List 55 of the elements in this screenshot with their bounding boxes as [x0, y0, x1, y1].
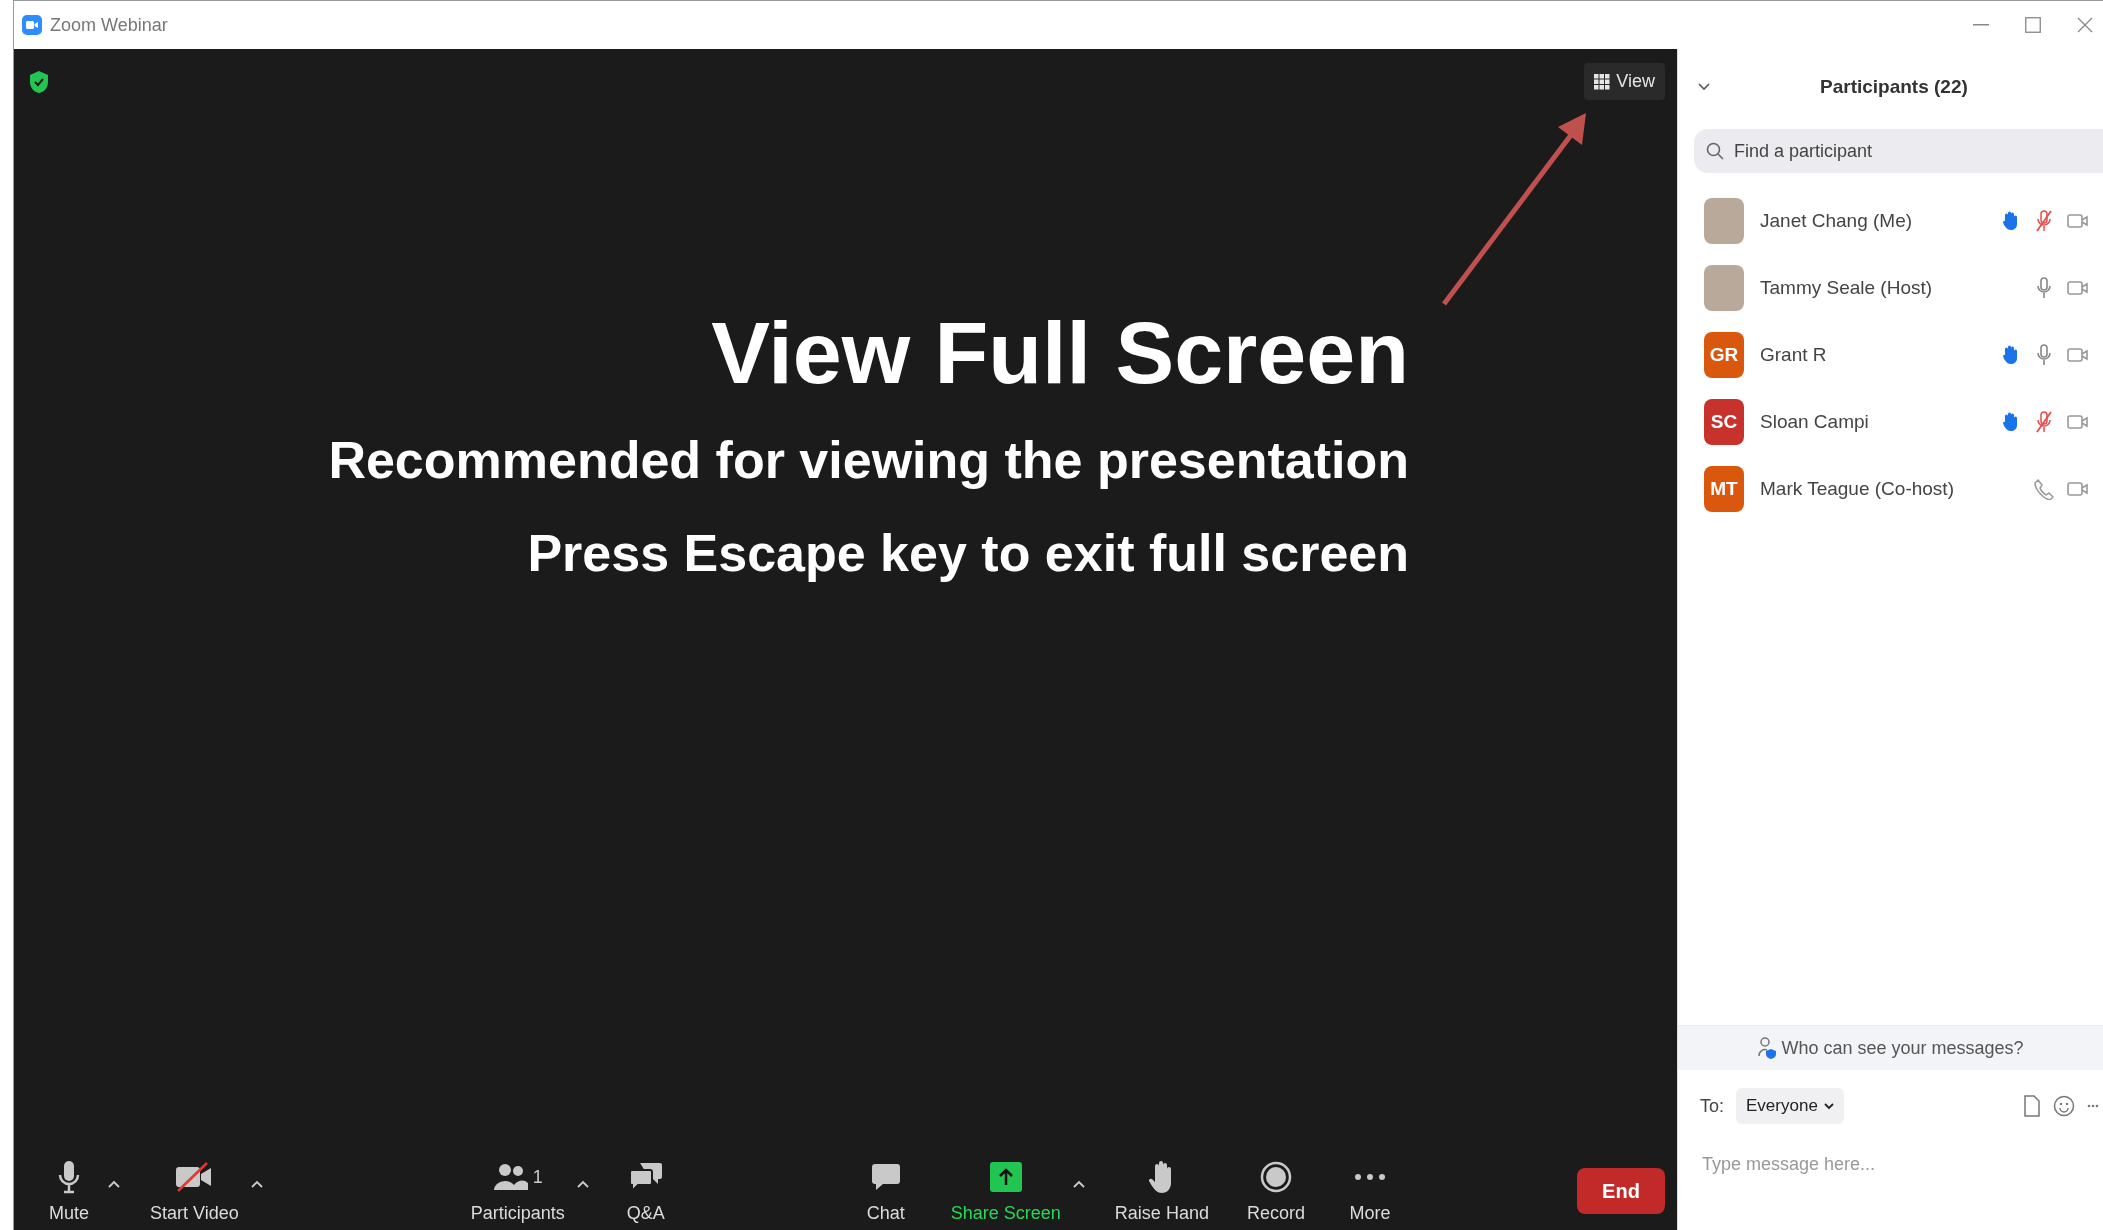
- grid-icon: [1594, 73, 1611, 90]
- more-dots-icon[interactable]: [2087, 1104, 2099, 1108]
- initials-avatar: MT: [1704, 465, 1744, 512]
- file-icon[interactable]: [2023, 1095, 2041, 1117]
- camera-icon: [2067, 413, 2089, 430]
- participant-name: Mark Teague (Co-host): [1760, 477, 1954, 500]
- overlay-title: View Full Screen: [711, 305, 1409, 402]
- camera-icon: [2067, 480, 2089, 497]
- chat-bubble-icon: [870, 1162, 901, 1192]
- record-icon: [1259, 1161, 1292, 1193]
- initials-avatar: SC: [1704, 398, 1744, 445]
- initials-avatar: GR: [1704, 331, 1744, 378]
- caret-icon[interactable]: [576, 1180, 589, 1188]
- recipient-dropdown[interactable]: Everyone: [1736, 1088, 1844, 1124]
- participant-name: Janet Chang (Me): [1760, 209, 1913, 232]
- app-logo-icon: [22, 15, 42, 35]
- maximize-icon[interactable]: [2025, 17, 2041, 33]
- hand-button[interactable]: Raise Hand: [1106, 1159, 1217, 1224]
- participant-name: Grant R: [1760, 343, 1827, 366]
- emoji-icon[interactable]: [2053, 1095, 2075, 1117]
- overlay-text: Recommended for viewing the presentation: [328, 431, 1409, 489]
- caret-icon[interactable]: [108, 1180, 120, 1188]
- end-button[interactable]: End: [1577, 1168, 1665, 1214]
- chat-button[interactable]: Chat: [850, 1159, 921, 1224]
- share-button[interactable]: Share Screen: [942, 1159, 1069, 1224]
- more-dots-icon: [1353, 1173, 1386, 1181]
- panel-title: Participants (22): [1820, 76, 1968, 98]
- participant-name: Sloan Campi: [1760, 410, 1869, 433]
- participant-name: Tammy Seale (Host): [1760, 276, 1933, 299]
- window-title: Zoom Webinar: [50, 14, 168, 36]
- caret-icon[interactable]: [1072, 1180, 1085, 1188]
- shield-icon[interactable]: [28, 69, 50, 94]
- overlay-text: Press Escape key to exit full screen: [527, 525, 1409, 583]
- camera-icon: [2067, 212, 2089, 229]
- chevron-down-icon: [1823, 1102, 1834, 1110]
- photo-placeholder: [1704, 197, 1744, 244]
- mic-button[interactable]: Mute: [34, 1159, 104, 1224]
- record-button[interactable]: Record: [1238, 1159, 1313, 1224]
- qa-button[interactable]: Q&A: [610, 1159, 681, 1224]
- share-screen-icon: [988, 1161, 1023, 1193]
- participants-button[interactable]: 1 Participants: [462, 1159, 573, 1224]
- photo-placeholder: [1704, 264, 1744, 311]
- to-label: To:: [1700, 1095, 1724, 1117]
- people-icon: [492, 1162, 529, 1192]
- close-icon[interactable]: [2077, 17, 2093, 33]
- microphone-icon: [58, 1160, 80, 1194]
- camera-icon: [2067, 279, 2089, 296]
- search-field[interactable]: Find a participant: [1694, 129, 2103, 173]
- chevron-down-icon[interactable]: [1698, 83, 1710, 91]
- camera-icon: [2067, 346, 2089, 363]
- view-button[interactable]: View: [1584, 63, 1665, 100]
- caret-icon[interactable]: [250, 1180, 263, 1188]
- person-shield-icon: [1757, 1037, 1778, 1059]
- more-button[interactable]: More: [1334, 1159, 1405, 1224]
- video-off-button[interactable]: Start Video: [142, 1159, 247, 1224]
